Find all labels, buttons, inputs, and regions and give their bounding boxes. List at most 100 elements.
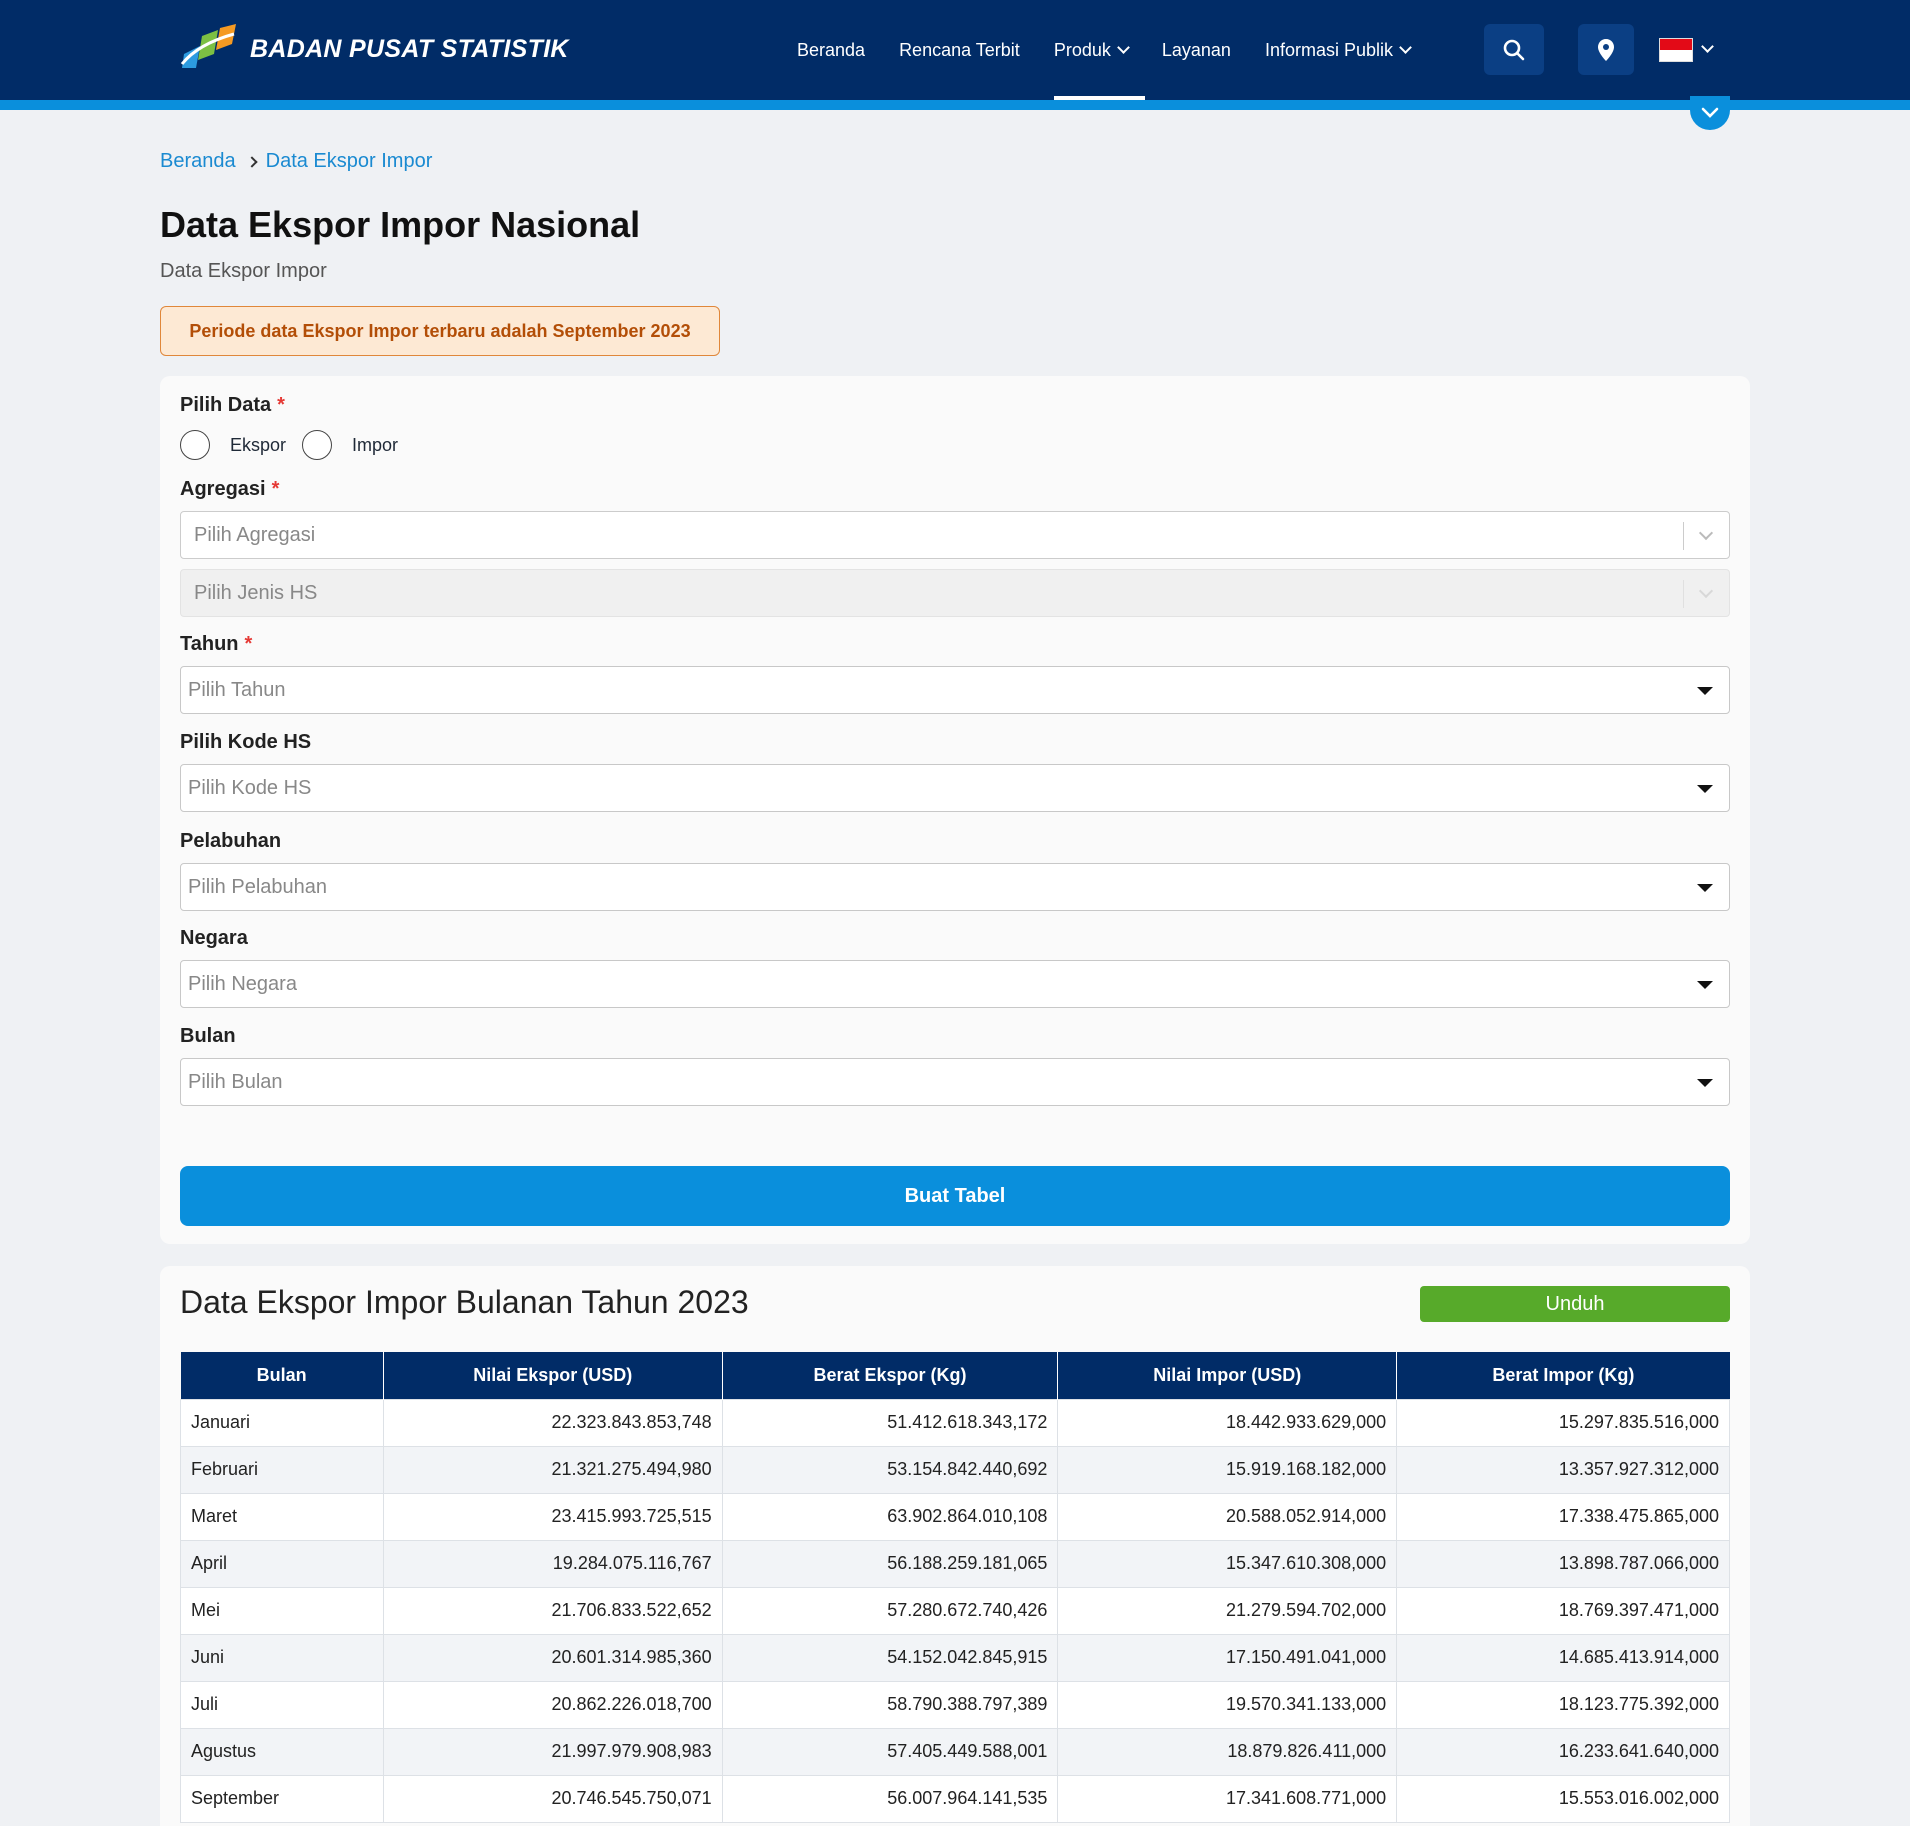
- pilih-data-radio-group: Ekspor Impor: [180, 430, 414, 460]
- bps-logo[interactable]: BADAN PUSAT STATISTIK: [178, 24, 569, 74]
- table-cell: September: [180, 1774, 384, 1823]
- chevron-down-icon: [1116, 41, 1130, 54]
- kode-hs-select[interactable]: Pilih Kode HS: [180, 764, 1730, 812]
- nav-produk[interactable]: Produk: [1037, 0, 1145, 100]
- page-title: Data Ekspor Impor Nasional: [160, 204, 641, 245]
- table-cell: April: [180, 1539, 384, 1588]
- nav-rencana-terbit-label: Rencana Terbit: [899, 39, 1020, 60]
- column-header-berat-impor: Berat Impor (Kg): [1396, 1352, 1730, 1399]
- table-cell: Juni: [180, 1633, 384, 1682]
- table-cell: 21.997.979.908,983: [382, 1727, 723, 1776]
- chevron-down-icon[interactable]: [1701, 40, 1714, 53]
- indonesia-flag-icon[interactable]: [1659, 38, 1693, 62]
- table-cell: 15.347.610.308,000: [1057, 1539, 1398, 1588]
- table-cell: 21.279.594.702,000: [1057, 1586, 1398, 1635]
- tahun-select[interactable]: Pilih Tahun: [180, 666, 1730, 714]
- table-cell: 19.284.075.116,767: [382, 1539, 723, 1588]
- kode-hs-label: Pilih Kode HS: [180, 731, 312, 753]
- filter-form-card: Pilih Data * Ekspor Impor Agregasi * Pilih…: [160, 376, 1750, 1244]
- top-navbar: BADAN PUSAT STATISTIK Beranda Rencana Te…: [0, 0, 1910, 100]
- table-row: Februari 21.321.275.494,980 53.154.842.440…: [180, 1445, 1730, 1494]
- monthly-data-table: Bulan Nilai Ekspor (USD) Berat Ekspor (K…: [180, 1352, 1730, 1823]
- table-section-title: Data Ekspor Impor Bulanan Tahun 2023: [180, 1284, 749, 1320]
- unduh-button[interactable]: Unduh: [1420, 1286, 1730, 1322]
- table-cell: 20.746.545.750,071: [382, 1774, 723, 1823]
- radio-impor-label[interactable]: Impor: [352, 435, 398, 456]
- table-cell: 51.412.618.343,172: [721, 1398, 1059, 1447]
- table-cell: 15.553.016.002,000: [1396, 1774, 1730, 1823]
- nav-layanan[interactable]: Layanan: [1145, 0, 1248, 100]
- table-cell: 16.233.641.640,000: [1396, 1727, 1730, 1776]
- table-cell: 20.601.314.985,360: [382, 1633, 723, 1682]
- radio-impor[interactable]: [302, 430, 333, 460]
- nav-informasi-publik-label: Informasi Publik: [1264, 39, 1393, 60]
- chevron-down-icon: [1701, 107, 1719, 118]
- table-cell: 15.297.835.516,000: [1396, 1398, 1730, 1447]
- table-cell: Maret: [180, 1492, 384, 1541]
- table-cell: 17.338.475.865,000: [1396, 1492, 1730, 1541]
- jenis-hs-select: Pilih Jenis HS: [180, 569, 1730, 617]
- pelabuhan-select[interactable]: Pilih Pelabuhan: [180, 863, 1730, 911]
- page-subtitle: Data Ekspor Impor: [160, 260, 327, 282]
- table-cell: 17.150.491.041,000: [1057, 1633, 1398, 1682]
- header-accent-stripe: [0, 100, 1910, 110]
- nav-beranda-label: Beranda: [797, 39, 866, 60]
- table-cell: 13.357.927.312,000: [1396, 1445, 1730, 1494]
- radio-ekspor-label[interactable]: Ekspor: [230, 435, 286, 456]
- search-button[interactable]: [1484, 24, 1544, 75]
- breadcrumb: Beranda Data Ekspor Impor: [160, 150, 432, 173]
- table-row: Juni 20.601.314.985,360 54.152.042.845,915…: [180, 1633, 1730, 1682]
- search-icon: [1503, 39, 1525, 60]
- column-header-bulan: Bulan: [180, 1352, 384, 1399]
- tahun-placeholder: Pilih Tahun: [188, 678, 286, 701]
- pilih-data-label: Pilih Data *: [180, 394, 285, 416]
- caret-down-icon: [1697, 785, 1713, 793]
- breadcrumb-data-ekspor-impor[interactable]: Data Ekspor Impor: [266, 150, 433, 173]
- buat-tabel-button[interactable]: Buat Tabel: [180, 1166, 1730, 1226]
- bulan-placeholder: Pilih Bulan: [188, 1070, 283, 1093]
- agregasi-placeholder: Pilih Agregasi: [194, 523, 316, 546]
- table-cell: 56.188.259.181,065: [721, 1539, 1059, 1588]
- table-row: September 20.746.545.750,071 56.007.964.14…: [180, 1774, 1730, 1823]
- table-cell: 20.862.226.018,700: [382, 1680, 723, 1729]
- bulan-select[interactable]: Pilih Bulan: [180, 1058, 1730, 1106]
- table-cell: Mei: [180, 1586, 384, 1635]
- table-cell: 21.706.833.522,652: [382, 1586, 723, 1635]
- table-cell: 18.879.826.411,000: [1057, 1727, 1398, 1776]
- table-cell: 20.588.052.914,000: [1057, 1492, 1398, 1541]
- nav-produk-label: Produk: [1053, 39, 1111, 60]
- table-row: Mei 21.706.833.522,652 57.280.672.740,426 2…: [180, 1586, 1730, 1635]
- table-cell: Februari: [180, 1445, 384, 1494]
- table-cell: Agustus: [180, 1727, 384, 1776]
- table-cell: 53.154.842.440,692: [721, 1445, 1059, 1494]
- table-cell: 57.280.672.740,426: [721, 1586, 1059, 1635]
- table-cell: 21.321.275.494,980: [382, 1445, 723, 1494]
- location-button[interactable]: [1578, 24, 1634, 75]
- table-row: Maret 23.415.993.725,515 63.902.864.010,10…: [180, 1492, 1730, 1541]
- chevron-right-icon: [245, 155, 258, 168]
- agregasi-label: Agregasi *: [180, 478, 280, 500]
- table-row: Agustus 21.997.979.908,983 57.405.449.588,…: [180, 1727, 1730, 1776]
- jenis-hs-placeholder: Pilih Jenis HS: [194, 581, 318, 604]
- table-cell: 23.415.993.725,515: [382, 1492, 723, 1541]
- monthly-data-card: Data Ekspor Impor Bulanan Tahun 2023 Und…: [160, 1266, 1750, 1826]
- radio-ekspor[interactable]: [180, 430, 210, 460]
- negara-select[interactable]: Pilih Negara: [180, 960, 1730, 1008]
- nav-informasi-publik[interactable]: Informasi Publik: [1248, 0, 1427, 100]
- caret-down-icon: [1697, 1079, 1713, 1087]
- agregasi-select[interactable]: Pilih Agregasi: [180, 511, 1730, 559]
- bulan-label: Bulan: [180, 1025, 236, 1047]
- column-header-nilai-impor: Nilai Impor (USD): [1057, 1352, 1398, 1399]
- table-header-row: Bulan Nilai Ekspor (USD) Berat Ekspor (K…: [180, 1352, 1730, 1399]
- table-row: April 19.284.075.116,767 56.188.259.181,06…: [180, 1539, 1730, 1588]
- table-cell: Januari: [180, 1398, 384, 1447]
- breadcrumb-beranda[interactable]: Beranda: [160, 150, 236, 173]
- main-nav: Beranda Rencana Terbit Produk Layanan In…: [780, 0, 1427, 100]
- chevron-down-icon: [1698, 525, 1714, 541]
- table-cell: 57.405.449.588,001: [721, 1727, 1059, 1776]
- nav-beranda[interactable]: Beranda: [780, 0, 882, 100]
- kode-hs-placeholder: Pilih Kode HS: [188, 776, 312, 799]
- collapse-header-button[interactable]: [1690, 96, 1730, 130]
- table-cell: 13.898.787.066,000: [1396, 1539, 1730, 1588]
- nav-rencana-terbit[interactable]: Rencana Terbit: [882, 0, 1037, 100]
